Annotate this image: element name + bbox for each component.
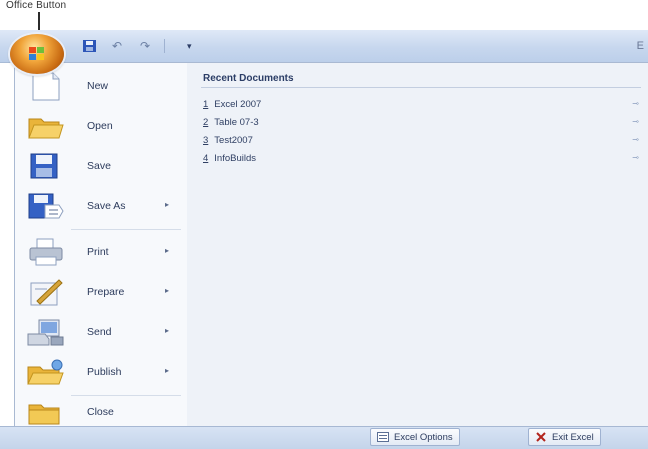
recent-item-name: InfoBuilds <box>214 153 257 164</box>
recent-document-item[interactable]: 2 Table 07-3 ⊸ <box>203 117 641 133</box>
pin-icon[interactable]: ⊸ <box>632 153 639 162</box>
submenu-arrow-icon: ▸ <box>165 286 170 295</box>
recent-document-item[interactable]: 4 InfoBuilds ⊸ <box>203 153 641 169</box>
annotation-label: Office Button <box>6 0 67 11</box>
save-icon <box>82 40 96 52</box>
menu-item-label: Prepare <box>87 286 125 298</box>
options-icon <box>377 432 389 442</box>
menu-item-label: Save <box>87 160 111 172</box>
menu-item-label: Save As <box>87 200 126 212</box>
open-folder-icon <box>28 118 64 139</box>
recent-item-name: Table 07-3 <box>214 117 259 128</box>
menu-divider <box>71 229 181 230</box>
window-title: E <box>636 40 644 52</box>
publish-icon <box>27 359 64 385</box>
recent-document-item[interactable]: 3 Test2007 ⊸ <box>203 135 641 151</box>
recent-item-number: 4 <box>203 153 209 164</box>
close-folder-icon <box>28 404 60 425</box>
recent-item-number: 3 <box>203 135 209 146</box>
pin-icon[interactable]: ⊸ <box>632 99 639 108</box>
exit-excel-button[interactable]: Exit Excel <box>528 428 601 446</box>
menu-item-label: Close <box>87 406 114 418</box>
office-menu: New Open Save Save As ▸ Print ▸ Prepare … <box>14 62 648 432</box>
menu-item-label: Open <box>87 120 113 132</box>
menu-item-label: Send <box>87 326 112 338</box>
qat-customize-button[interactable]: ▾ <box>187 41 192 52</box>
recent-documents-panel: Recent Documents 1 Excel 2007 ⊸ 2 Table 07… <box>187 63 647 431</box>
submenu-arrow-icon: ▸ <box>165 246 170 255</box>
office-logo-icon <box>29 47 44 60</box>
qat-separator <box>164 39 165 53</box>
undo-icon: ↶ <box>111 39 123 53</box>
excel-options-button[interactable]: Excel Options <box>370 428 460 446</box>
menu-item-prepare[interactable]: Prepare ▸ <box>15 273 187 311</box>
pin-icon[interactable]: ⊸ <box>632 135 639 144</box>
menu-item-save-as[interactable]: Save As ▸ <box>15 187 187 225</box>
pin-icon[interactable]: ⊸ <box>632 117 639 126</box>
submenu-arrow-icon: ▸ <box>165 326 170 335</box>
menu-item-label: Print <box>87 246 109 258</box>
prepare-icon <box>30 279 63 306</box>
submenu-arrow-icon: ▸ <box>165 200 170 209</box>
menu-item-send[interactable]: Send ▸ <box>15 313 187 351</box>
recent-documents-title: Recent Documents <box>203 73 294 84</box>
send-icon <box>27 319 64 346</box>
office-button[interactable] <box>10 34 64 74</box>
new-document-icon <box>32 72 60 101</box>
menu-item-publish[interactable]: Publish ▸ <box>15 353 187 391</box>
recent-item-name: Test2007 <box>214 135 253 146</box>
redo-icon: ↷ <box>139 39 151 53</box>
qat-redo-button[interactable]: ↷ <box>134 38 156 54</box>
qat-save-button[interactable] <box>78 38 100 54</box>
menu-item-print[interactable]: Print ▸ <box>15 233 187 271</box>
close-icon <box>536 432 546 442</box>
recent-item-number: 2 <box>203 117 209 128</box>
recent-documents-divider <box>201 87 641 88</box>
menu-item-open[interactable]: Open <box>15 107 187 145</box>
recent-item-number: 1 <box>203 99 209 110</box>
office-menu-commands: New Open Save Save As ▸ Print ▸ Prepare … <box>15 63 188 431</box>
qat-undo-button[interactable]: ↶ <box>106 38 128 54</box>
exit-excel-label: Exit Excel <box>552 431 594 443</box>
save-disk-icon <box>30 153 58 179</box>
menu-item-save[interactable]: Save <box>15 147 187 185</box>
submenu-arrow-icon: ▸ <box>165 366 170 375</box>
menu-item-label: Publish <box>87 366 122 378</box>
menu-item-label: New <box>87 80 109 92</box>
recent-document-item[interactable]: 1 Excel 2007 ⊸ <box>203 99 641 115</box>
excel-options-label: Excel Options <box>394 431 453 443</box>
printer-icon <box>29 238 63 266</box>
recent-item-name: Excel 2007 <box>214 99 262 110</box>
save-as-icon <box>28 193 64 219</box>
quick-access-toolbar: ↶ ↷ ▾ <box>78 38 192 54</box>
